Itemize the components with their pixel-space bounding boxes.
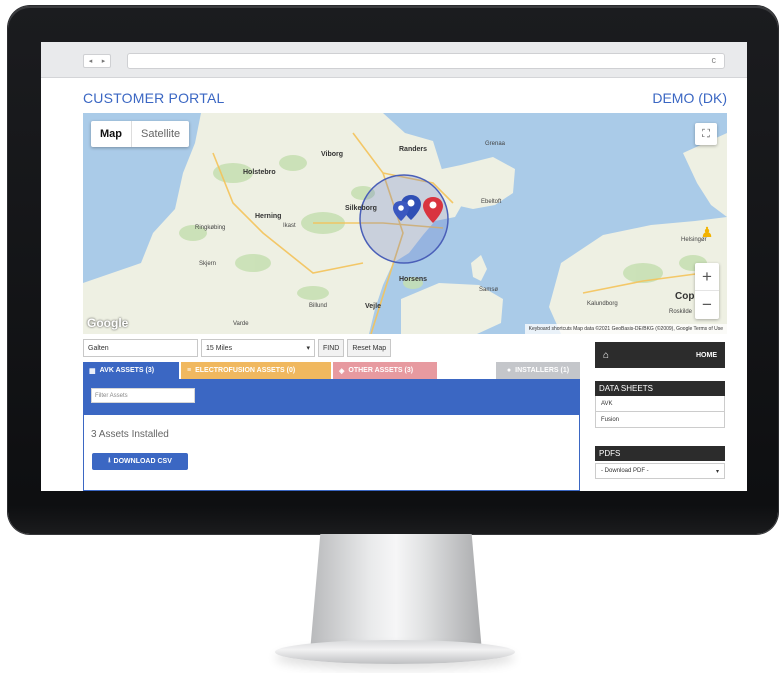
tab-label: INSTALLERS (1) [515,367,570,374]
filter-assets-input[interactable]: Filter Assets [91,388,195,403]
address-bar[interactable]: c [127,53,725,69]
city-label: Grenaa [485,141,506,147]
filter-bar: Filter Assets [84,379,579,415]
tab-electrofusion-assets[interactable]: ≡ ELECTROFUSION ASSETS (0) [181,362,331,379]
tab-label: OTHER ASSETS (3) [348,367,414,374]
datasheet-item-fusion[interactable]: Fusion [595,412,725,428]
pdf-download-select[interactable]: - Download PDF - ▾ [595,463,725,479]
list-icon: ≡ [187,367,192,374]
assets-panel: Filter Assets 3 Assets Installed ⭳ DOWNL… [83,379,580,491]
city-label: Varde [233,321,249,327]
download-icon: ⭳ [108,457,111,464]
city-label: Billund [309,303,328,309]
map-search-row: Galten 15 Miles ▾ FIND Reset Map [83,339,392,357]
home-icon: ⌂ [603,349,610,361]
asset-tabs: ▦ AVK ASSETS (3) ≡ ELECTROFUSION ASSETS … [83,362,580,379]
monitor-stand [310,534,482,652]
back-arrow-icon[interactable]: ◂ [89,57,93,65]
account-label[interactable]: DEMO (DK) [652,90,727,106]
lock-icon: ◈ [339,367,345,375]
datasheet-item-avk[interactable]: AVK [595,396,725,412]
city-label: Silkeborg [345,205,377,212]
map-attribution[interactable]: Keyboard shortcuts Map data ©2021 GeoBas… [524,324,727,334]
city-label: Herning [255,213,282,220]
city-label: Ringkøbing [195,225,226,231]
home-label: HOME [696,351,717,359]
caret-down-icon: ▾ [306,345,310,352]
city-label: Vejle [365,303,381,310]
radius-select-value: 15 Miles [206,344,233,352]
download-csv-button[interactable]: ⭳ DOWNLOAD CSV [92,453,188,470]
pdf-select-value: - Download PDF - [601,468,649,474]
page-title: CUSTOMER PORTAL [83,90,225,106]
tab-label: ELECTROFUSION ASSETS (0) [195,367,296,374]
zoom-control: + − [695,263,719,319]
download-csv-label: DOWNLOAD CSV [113,458,172,465]
tab-other-assets[interactable]: ◈ OTHER ASSETS (3) [333,362,437,379]
browser-nav-buttons[interactable]: ◂ ▸ [83,54,111,68]
find-button[interactable]: FIND [318,339,345,357]
city-label: Ebeltoft [481,199,502,205]
pegman-icon[interactable]: ♟ [699,219,715,245]
city-label: Viborg [321,151,344,158]
city-label: Kalundborg [587,301,618,307]
map-type-map-button[interactable]: Map [91,121,131,147]
city-label: Holstebro [243,169,276,176]
home-button[interactable]: ⌂ HOME [595,342,725,368]
assets-count: 3 Assets Installed [91,429,169,440]
google-logo: Google [87,316,129,330]
zoom-in-button[interactable]: + [695,263,719,291]
radius-select[interactable]: 15 Miles ▾ [201,339,315,357]
city-label: Cop [675,291,695,302]
reset-map-button[interactable]: Reset Map [347,339,392,357]
caret-down-icon: ▾ [715,468,719,475]
monitor-stand-base [275,640,515,664]
city-label: Randers [399,146,428,153]
screen: ◂ ▸ c CUSTOMER PORTAL DEMO (DK) Viborg R… [41,42,747,491]
tab-label: AVK ASSETS (3) [99,367,155,374]
map-view[interactable]: Viborg Randers Holstebro Herning Silkebo… [83,113,727,334]
browser-toolbar: ◂ ▸ c [41,42,747,78]
datasheets-heading: DATA SHEETS [595,381,725,396]
reload-icon[interactable]: c [712,55,717,65]
location-input[interactable]: Galten [83,339,198,357]
monitor-chin [8,505,778,535]
tab-installers[interactable]: ● INSTALLERS (1) [496,362,580,379]
forward-arrow-icon[interactable]: ▸ [102,57,106,65]
city-label: Ikast [283,223,296,229]
fullscreen-icon[interactable]: ⛶ [695,123,717,145]
pdfs-heading: PDFS [595,446,725,461]
city-label: Skjern [199,261,217,267]
map-type-satellite-button[interactable]: Satellite [131,121,189,147]
city-label: Samsø [479,287,499,293]
grid-icon: ▦ [89,367,96,375]
user-icon: ● [506,367,512,374]
tab-avk-assets[interactable]: ▦ AVK ASSETS (3) [83,362,179,379]
city-label: Horsens [399,276,428,283]
zoom-out-button[interactable]: − [695,291,719,319]
map-type-toggle: Map Satellite [91,121,190,147]
city-label: Roskilde [669,309,693,315]
